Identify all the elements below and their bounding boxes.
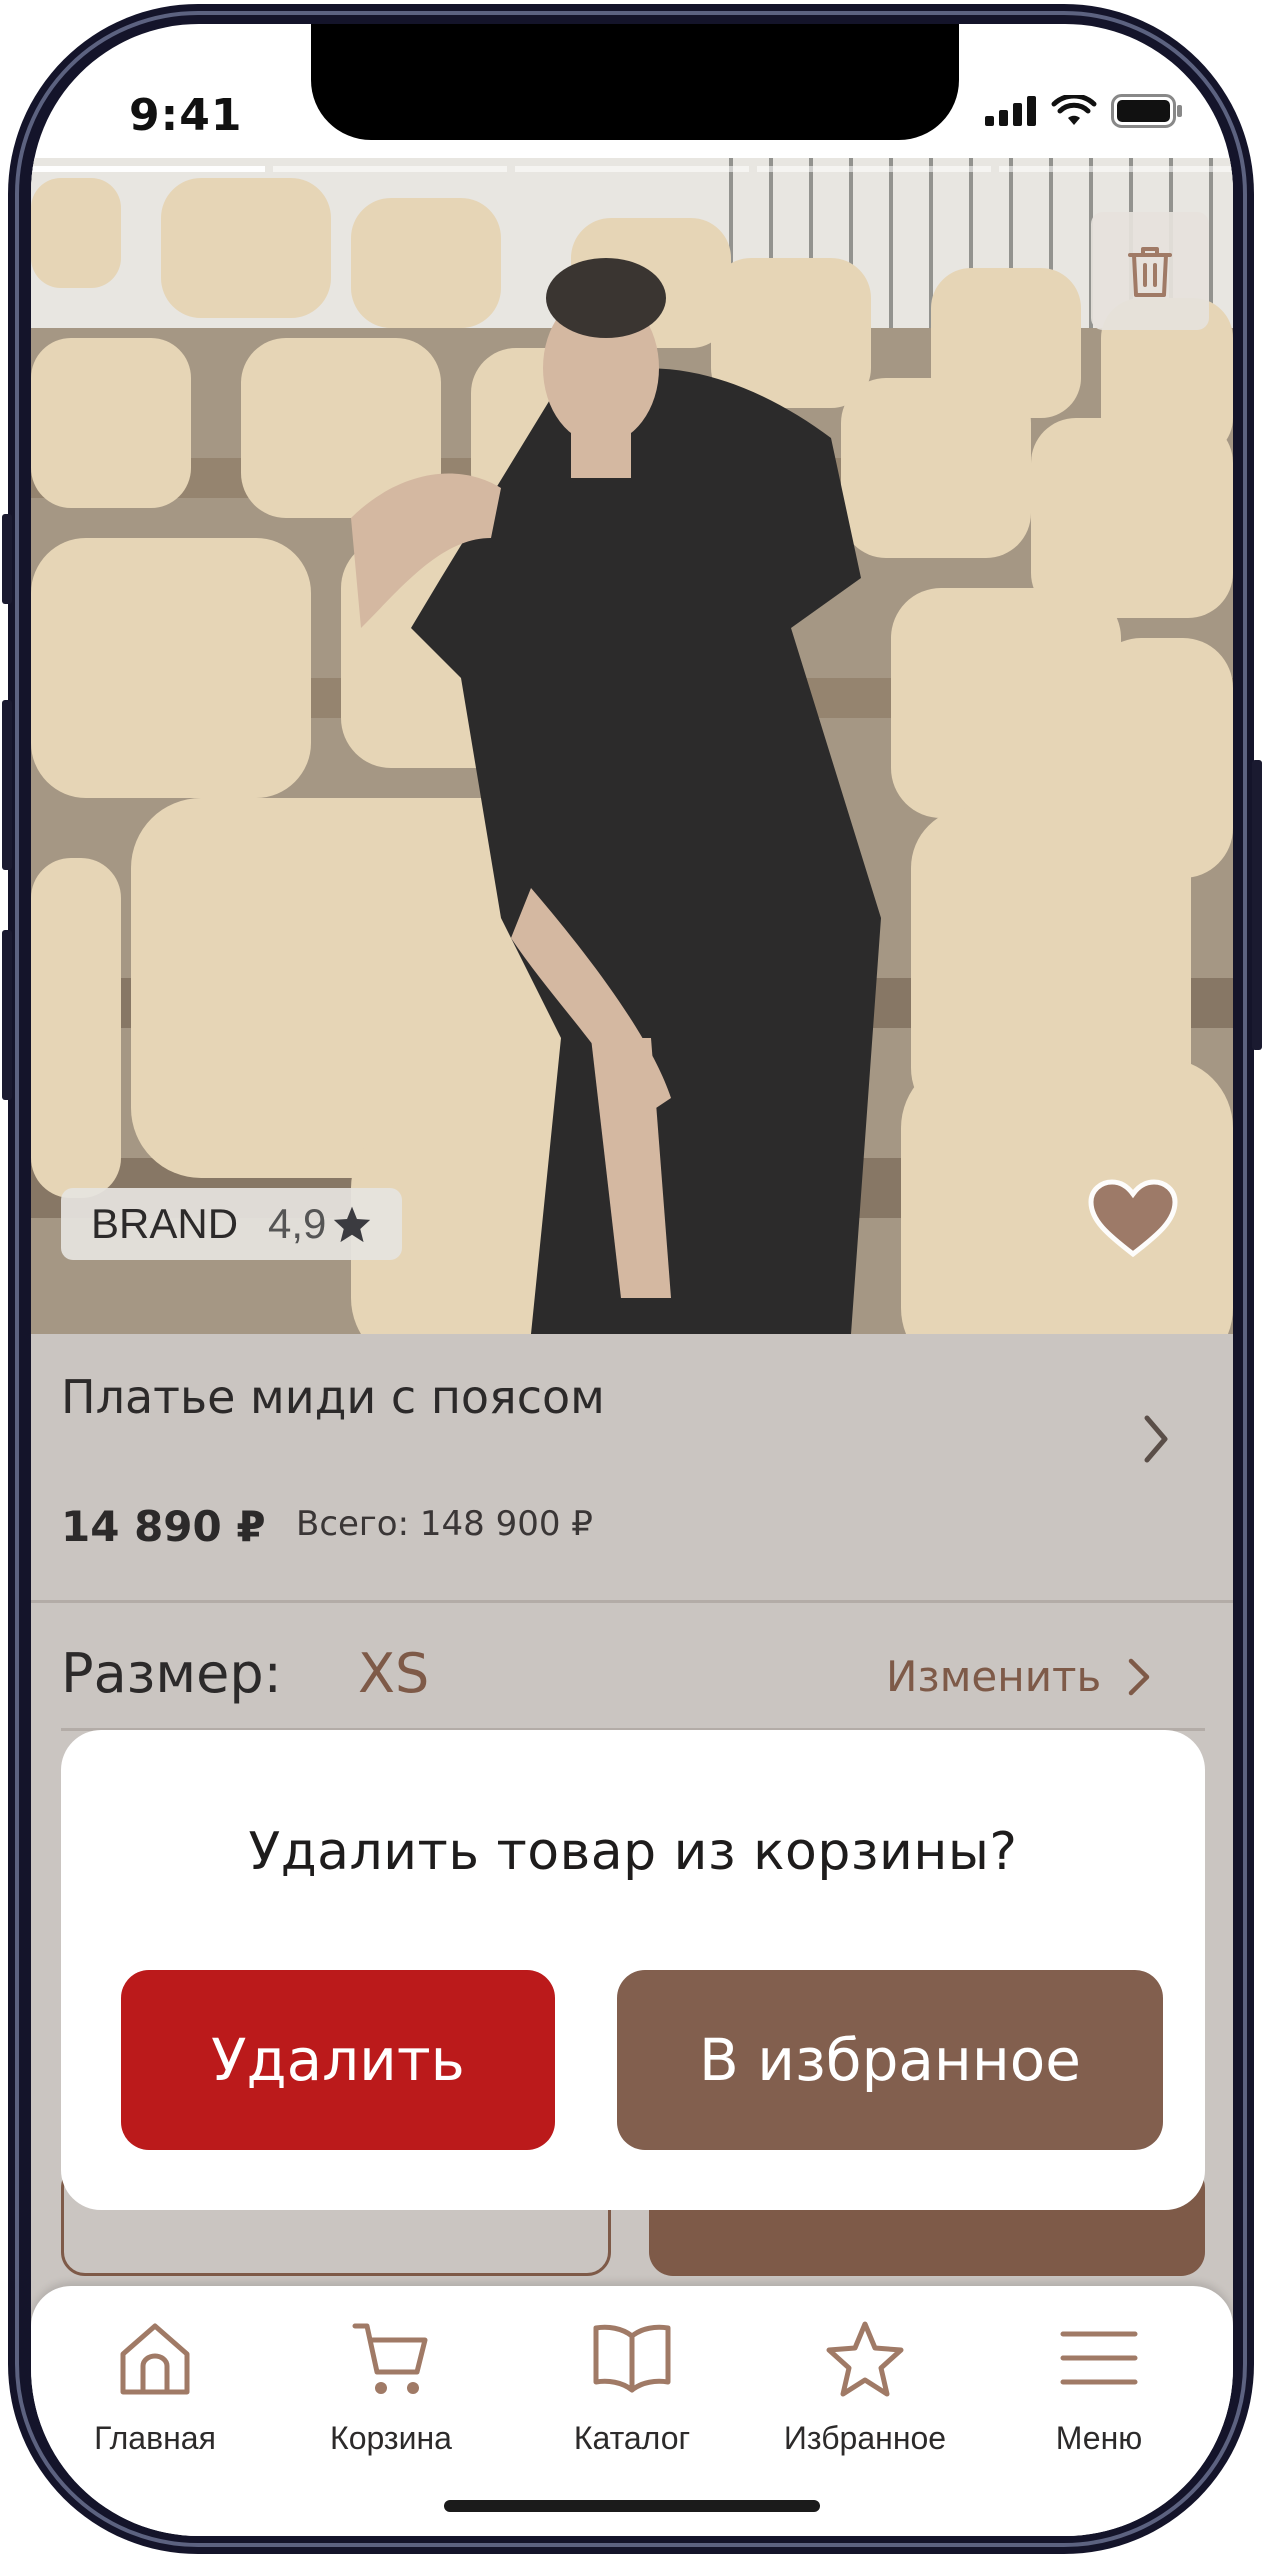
tab-menu-label: Меню (1055, 2420, 1143, 2456)
brand-name: BRAND (91, 1200, 239, 1247)
volume-up-button (2, 700, 12, 870)
size-label: Размер: (61, 1642, 282, 1705)
tab-bar: Главная Корзина Каталог Избранное Меню (31, 2286, 1233, 2536)
brand-rating-chip[interactable]: BRAND 4,9 (61, 1188, 403, 1260)
product-title[interactable]: Платье миди с поясом (61, 1370, 605, 1424)
status-icons (985, 94, 1183, 128)
size-value: XS (358, 1642, 430, 1705)
chevron-right-icon (1129, 1658, 1150, 1695)
status-time: 9:41 (129, 90, 243, 141)
rating: 4,9 (268, 1200, 372, 1248)
menu-icon (1060, 2331, 1138, 2385)
product-price: 14 890 ₽ (61, 1502, 266, 1551)
tab-cart[interactable]: Корзина (276, 2318, 506, 2457)
chevron-right-icon[interactable] (1141, 1414, 1171, 1464)
star-icon (826, 2321, 904, 2397)
wifi-icon (1051, 95, 1097, 125)
screen: 9:41 BRAND 4,9 Платье миди с поясом 14 8… (31, 24, 1233, 2536)
rating-value: 4,9 (268, 1200, 327, 1247)
move-to-favorites-button[interactable]: В избранное (617, 1970, 1163, 2150)
change-size-label: Изменить (886, 1652, 1102, 1701)
trash-icon (1128, 247, 1172, 297)
tab-home-label: Главная (94, 2420, 216, 2456)
power-button (1252, 760, 1262, 1050)
home-icon (120, 2323, 190, 2395)
tab-cart-label: Корзина (330, 2420, 452, 2456)
product-photo[interactable]: BRAND 4,9 (31, 158, 1233, 1334)
tab-favorites-label: Избранное (783, 2420, 947, 2456)
signal-icon (985, 96, 1036, 126)
photo-progress (31, 166, 1233, 172)
divider (31, 1600, 1233, 1603)
volume-down-button (2, 930, 12, 1100)
book-icon (593, 2324, 671, 2393)
star-filled-icon (334, 1206, 371, 1243)
mute-switch (2, 514, 12, 604)
dialog-question: Удалить товар из корзины? (248, 1822, 1018, 1882)
cart-icon (352, 2323, 428, 2394)
heart-icon[interactable] (1087, 1178, 1179, 1260)
battery-icon (1111, 94, 1182, 128)
tab-catalog[interactable]: Каталог (517, 2318, 747, 2457)
trash-button[interactable] (1091, 212, 1209, 330)
tab-favorites[interactable]: Избранное (750, 2318, 980, 2457)
notch (311, 24, 959, 140)
tab-catalog-label: Каталог (573, 2420, 691, 2456)
change-size-link[interactable]: Изменить (886, 1652, 1151, 1701)
home-indicator[interactable] (444, 2500, 820, 2512)
delete-button[interactable]: Удалить (121, 1970, 555, 2150)
tab-home[interactable]: Главная (40, 2318, 270, 2457)
cart-total: Всего: 148 900 ₽ (296, 1504, 593, 1544)
remove-item-dialog: Удалить товар из корзины? Удалить В избр… (61, 1730, 1205, 2210)
tab-menu[interactable]: Меню (984, 2318, 1214, 2457)
